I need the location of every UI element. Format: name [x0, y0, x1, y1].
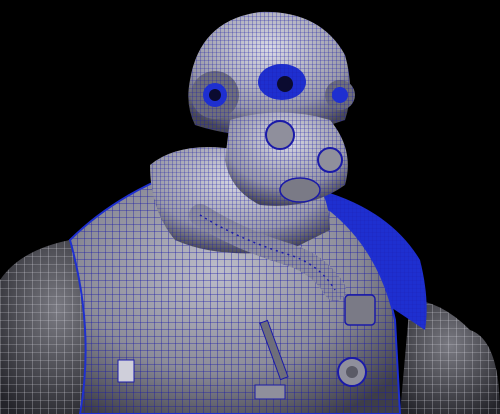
goggle-center[interactable]: [258, 64, 306, 100]
goggle-right[interactable]: [325, 80, 355, 110]
wireframe-render[interactable]: [0, 0, 500, 414]
3d-viewport[interactable]: [0, 0, 500, 414]
face-mask[interactable]: [225, 112, 348, 206]
goggle-left[interactable]: [191, 71, 239, 119]
